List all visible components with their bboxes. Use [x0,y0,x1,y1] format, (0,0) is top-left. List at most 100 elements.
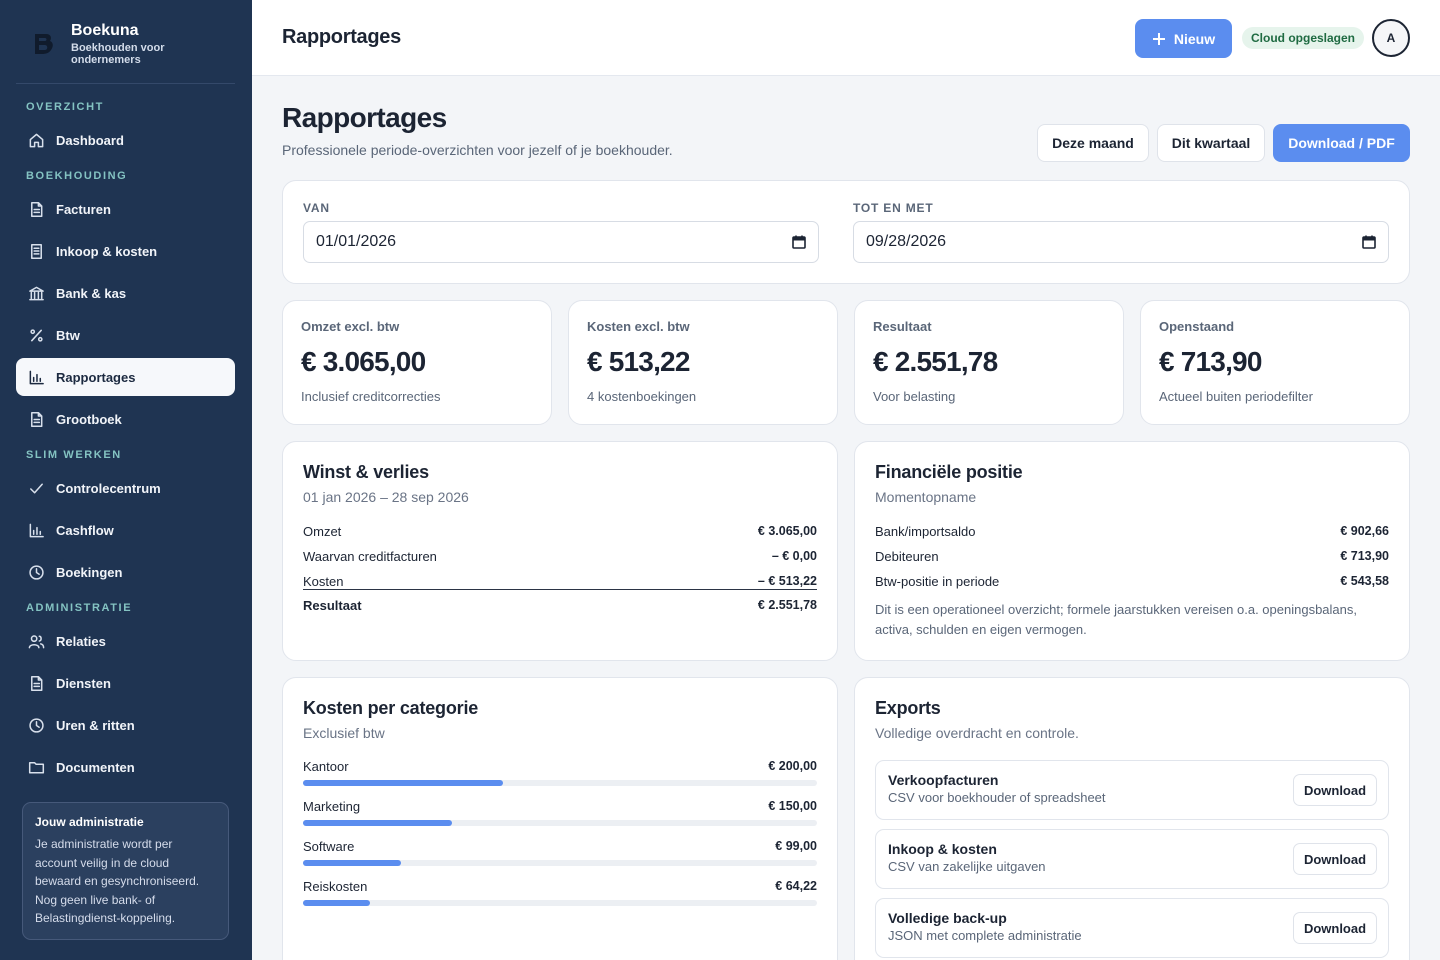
pnl-row-credit-invoices: Waarvan creditfacturen – € 0,00 [303,546,817,566]
sidebar-item-label: Diensten [56,675,111,691]
this-month-button[interactable]: Deze maand [1037,124,1149,162]
download-button[interactable]: Download [1293,774,1377,806]
this-quarter-button[interactable]: Dit kwartaal [1157,124,1265,162]
stat-label: Omzet excl. btw [301,319,400,334]
category-row: Marketing € 150,00 [303,799,817,815]
category-label: Reiskosten [303,879,368,894]
avatar[interactable]: A [1372,19,1410,57]
folder-icon [27,758,45,776]
to-date-input[interactable]: 09/28/2026 [853,221,1389,263]
sidebar-item-boekingen[interactable]: Boekingen [16,553,235,591]
sidebar-item-label: Btw [56,327,80,343]
download-pdf-button[interactable]: Download / PDF [1273,124,1410,162]
stat-value: € 3.065,00 [301,346,426,377]
document-icon [27,674,45,692]
sidebar-item-label: Rapportages [56,369,136,385]
bank-icon [27,284,45,302]
stat-note: Inclusief creditcorrecties [301,389,441,404]
exports-card: Exports Volledige overdracht en controle… [854,677,1410,960]
sidebar-item-label: Facturen [56,201,111,217]
costs-per-category-card: Kosten per categorie Exclusief btw Kanto… [282,677,838,960]
sidebar-item-dashboard[interactable]: Dashboard [16,121,235,159]
sidebar-item-diensten[interactable]: Diensten [16,664,235,702]
users-icon [27,632,45,650]
stat-note: 4 kostenboekingen [587,389,697,404]
sidebar-item-controlecentrum[interactable]: Controlecentrum [16,469,235,507]
financial-position-subtitle: Momentopname [875,489,977,505]
category-bar-track [303,820,817,826]
export-title: Volledige back-up [888,910,1007,926]
clock-icon [27,716,45,734]
row-label: Bank/importsaldo [875,523,976,539]
sidebar-item-label: Cashflow [56,522,114,538]
row-value: € 3.065,00 [757,524,817,538]
category-label: Software [303,839,355,854]
percent-icon [27,326,45,344]
stat-label: Openstaand [1159,319,1235,334]
exports-subtitle: Volledige overdracht en controle. [875,725,1079,741]
calendar-icon[interactable] [1362,235,1376,249]
stat-value: € 2.551,78 [873,346,998,377]
row-label: Btw-positie in periode [875,573,1000,589]
sidebar-item-relaties[interactable]: Relaties [16,622,235,660]
stat-card-costs: Kosten excl. btw € 513,22 4 kostenboekin… [568,300,838,425]
row-label: Waarvan creditfacturen [303,548,437,564]
category-value: € 150,00 [768,799,817,813]
category-value: € 64,22 [775,879,817,893]
brand-name: Boekuna [71,22,139,39]
exports-title: Exports [875,698,941,718]
category-row: Reiskosten € 64,22 [303,879,817,895]
sidebar-item-label: Documenten [56,759,135,775]
profit-loss-card: Winst & verlies 01 jan 2026 – 28 sep 202… [282,441,838,661]
row-value: € 713,90 [1340,549,1389,563]
export-title: Verkoopfacturen [888,772,999,788]
export-description: JSON met complete administratie [888,928,1082,943]
export-item-purchases-costs: Inkoop & kosten CSV van zakelijke uitgav… [875,829,1389,889]
pnl-row-costs: Kosten – € 513,22 [303,571,817,591]
clock-icon [27,563,45,581]
sidebar-item-label: Boekingen [56,564,123,580]
to-date-value: 09/28/2026 [866,233,947,250]
financial-position-note: Dit is een operationeel overzicht; forme… [875,602,1357,637]
page-subtitle: Professionele periode-overzichten voor j… [282,142,673,158]
category-bar-track [303,860,817,866]
sidebar-item-btw[interactable]: Btw [16,316,235,354]
topbar: Rapportages Nieuw Cloud opgeslagen A [252,0,1440,76]
stat-card-outstanding: Openstaand € 713,90 Actueel buiten perio… [1140,300,1410,425]
stat-label: Resultaat [873,319,932,334]
plus-icon [1152,32,1165,45]
category-bar-fill [303,900,370,906]
sidebar-item-facturen[interactable]: Facturen [16,190,235,228]
category-row: Kantoor € 200,00 [303,759,817,775]
export-description: CSV van zakelijke uitgaven [888,859,1046,874]
sidebar-item-inkoop-kosten[interactable]: Inkoop & kosten [16,232,235,270]
profit-loss-period: 01 jan 2026 – 28 sep 2026 [303,489,469,505]
new-button[interactable]: Nieuw [1135,19,1232,58]
sidebar-item-label: Controlecentrum [56,480,161,496]
pnl-row-revenue: Omzet € 3.065,00 [303,521,817,541]
sidebar-item-documenten[interactable]: Documenten [16,748,235,786]
download-button[interactable]: Download [1293,912,1377,944]
category-label: Marketing [303,799,361,814]
sidebar-item-uren-ritten[interactable]: Uren & ritten [16,706,235,744]
category-value: € 200,00 [768,759,817,773]
download-button[interactable]: Download [1293,843,1377,875]
from-date-input[interactable]: 01/01/2026 [303,221,819,263]
calendar-icon[interactable] [792,235,806,249]
document-icon [27,200,45,218]
brand[interactable]: Boekuna Boekhouden voor ondernemers [16,14,235,84]
new-button-label: Nieuw [1173,30,1216,47]
category-bar-fill [303,820,453,826]
check-icon [27,479,45,497]
document-icon [27,410,45,428]
sidebar-item-bank-kas[interactable]: Bank & kas [16,274,235,312]
row-value: € 543,58 [1340,574,1389,588]
sidebar-item-cashflow[interactable]: Cashflow [16,511,235,549]
sidebar-item-rapportages[interactable]: Rapportages [16,358,235,396]
sidebar-item-grootboek[interactable]: Grootboek [16,400,235,438]
row-label: Omzet [303,523,342,539]
info-text: Je administratie wordt per account veili… [35,837,200,925]
row-value: – € 513,22 [757,574,817,588]
export-description: CSV voor boekhouder of spreadsheet [888,790,1106,805]
nav-section-administratie: ADMINISTRATIE [26,602,133,614]
